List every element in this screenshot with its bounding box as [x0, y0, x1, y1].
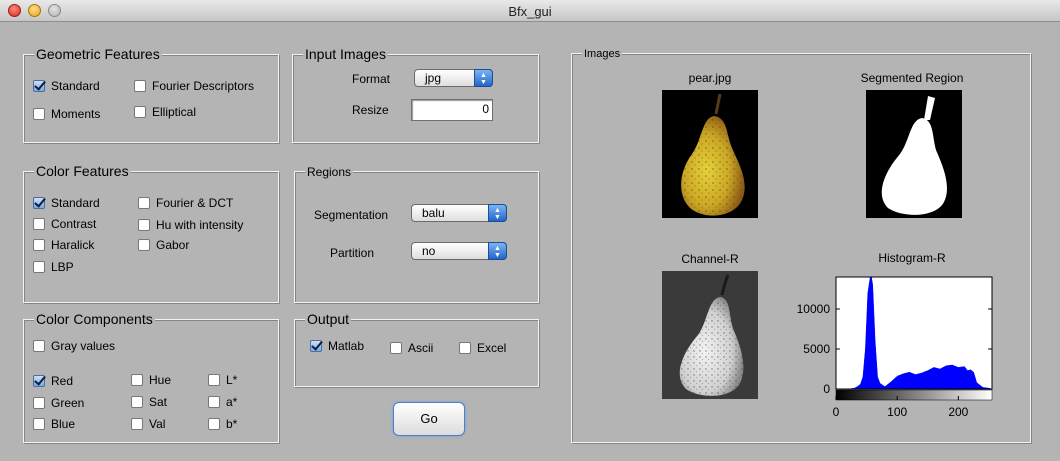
geometric-moments-checkbox[interactable]: Moments — [33, 107, 100, 121]
color-components-panel: Color Components Gray values Red Green B… — [23, 311, 279, 443]
checkbox-box[interactable] — [33, 80, 45, 92]
checkbox-box[interactable] — [33, 261, 45, 273]
histogram-r-caption: Histogram-R — [878, 251, 946, 265]
color-standard-checkbox[interactable]: Standard — [33, 196, 100, 210]
partition-value: no — [422, 244, 436, 258]
geometric-standard-checkbox[interactable]: Standard — [33, 79, 100, 93]
output-panel: Output Matlab Ascii Excel — [294, 311, 539, 387]
color-contrast-checkbox[interactable]: Contrast — [33, 217, 96, 231]
geometric-fourier-descriptors-checkbox[interactable]: Fourier Descriptors — [134, 79, 254, 93]
format-label: Format — [352, 72, 391, 86]
x-tick-label: 200 — [948, 405, 968, 417]
segmented-region-image — [866, 90, 962, 218]
histogram-chart: 0 5000 10000 0 100 200 — [797, 276, 993, 417]
channel-r-image — [662, 271, 758, 399]
format-dropdown[interactable]: jpg ▲ ▼ — [414, 69, 493, 87]
regions-panel: Regions Segmentation balu ▲ ▼ Partition n… — [294, 164, 539, 303]
color-hu-intensity-checkbox[interactable]: Hu with intensity — [138, 218, 243, 232]
color-haralick-checkbox[interactable]: Haralick — [33, 238, 94, 252]
excel-checkbox[interactable]: Excel — [459, 341, 506, 355]
output-title: Output — [305, 311, 352, 327]
pear-photo — [681, 93, 745, 216]
checkbox-box[interactable] — [33, 108, 45, 120]
dropdown-arrows-icon: ▲ ▼ — [488, 242, 507, 260]
color-features-title: Color Features — [34, 163, 131, 179]
segmentation-dropdown[interactable]: balu ▲ ▼ — [411, 204, 507, 222]
checkbox-box[interactable] — [138, 239, 150, 251]
checkbox-box[interactable] — [138, 219, 150, 231]
color-gabor-checkbox[interactable]: Gabor — [138, 238, 189, 252]
gray-values-checkbox[interactable]: Gray values — [33, 339, 115, 353]
checkbox-box[interactable] — [208, 374, 220, 386]
checkbox-box[interactable] — [131, 374, 143, 386]
window-title: Bfx_gui — [508, 4, 552, 19]
histogram-colorbar — [835, 389, 993, 401]
segmented-region-caption: Segmented Region — [860, 71, 964, 85]
dropdown-arrows-icon: ▲ ▼ — [488, 204, 507, 222]
channel-r-photo — [679, 274, 744, 396]
y-tick-label: 0 — [823, 382, 830, 396]
checkbox-box[interactable] — [138, 197, 150, 209]
color-lbp-checkbox[interactable]: LBP — [33, 260, 74, 274]
checkbox-box[interactable] — [208, 396, 220, 408]
ascii-checkbox[interactable]: Ascii — [390, 341, 433, 355]
matlab-checkbox[interactable]: Matlab — [310, 339, 364, 353]
geometric-features-title: Geometric Features — [34, 46, 162, 62]
geometric-features-panel: Geometric Features Standard Moments Four… — [23, 46, 279, 143]
images-panel: Images pear.jpg Segmented Region Channel… — [571, 46, 1031, 443]
checkbox-box[interactable] — [33, 375, 45, 387]
l-star-checkbox[interactable]: L* — [208, 373, 237, 387]
checkbox-box[interactable] — [459, 342, 471, 354]
checkbox-box[interactable] — [310, 340, 322, 352]
a-star-checkbox[interactable]: a* — [208, 395, 237, 409]
y-tick-label: 5000 — [803, 342, 830, 356]
green-checkbox[interactable]: Green — [33, 396, 84, 410]
resize-label: Resize — [352, 103, 389, 117]
val-checkbox[interactable]: Val — [131, 417, 165, 431]
resize-input[interactable]: 0 — [411, 99, 493, 121]
color-fourier-dct-checkbox[interactable]: Fourier & DCT — [138, 196, 233, 210]
regions-title: Regions — [305, 164, 354, 180]
red-checkbox[interactable]: Red — [33, 374, 73, 388]
images-title: Images — [582, 46, 623, 62]
checkbox-box[interactable] — [33, 239, 45, 251]
checkbox-box[interactable] — [33, 218, 45, 230]
original-image — [662, 90, 758, 218]
segmentation-value: balu — [422, 206, 445, 220]
format-value: jpg — [425, 71, 442, 85]
color-features-panel: Color Features Standard Contrast Haralic… — [23, 163, 279, 303]
x-tick-label: 0 — [833, 405, 840, 417]
y-tick-label: 10000 — [797, 302, 831, 316]
title-bar: Bfx_gui — [0, 0, 1060, 22]
input-images-panel: Input Images Format jpg ▲ ▼ Resize 0 — [292, 46, 539, 143]
x-tick-label: 100 — [887, 405, 907, 417]
checkbox-box[interactable] — [33, 197, 45, 209]
checkbox-box[interactable] — [33, 418, 45, 430]
blue-checkbox[interactable]: Blue — [33, 417, 75, 431]
input-images-title: Input Images — [303, 46, 388, 62]
checkbox-box[interactable] — [390, 342, 402, 354]
segmentation-label: Segmentation — [314, 208, 389, 222]
checkbox-box[interactable] — [134, 106, 146, 118]
original-image-caption: pear.jpg — [688, 71, 732, 85]
checkbox-box[interactable] — [134, 80, 146, 92]
sat-checkbox[interactable]: Sat — [131, 395, 167, 409]
checkbox-box[interactable] — [131, 396, 143, 408]
hue-checkbox[interactable]: Hue — [131, 373, 171, 387]
dropdown-arrows-icon: ▲ ▼ — [474, 69, 493, 87]
checkbox-box[interactable] — [33, 340, 45, 352]
color-components-title: Color Components — [34, 311, 155, 327]
segmented-mask — [881, 96, 947, 215]
checkbox-box[interactable] — [208, 418, 220, 430]
go-button[interactable]: Go — [393, 402, 465, 436]
partition-dropdown[interactable]: no ▲ ▼ — [411, 242, 507, 260]
checkbox-box[interactable] — [131, 418, 143, 430]
checkbox-box[interactable] — [33, 397, 45, 409]
b-star-checkbox[interactable]: b* — [208, 417, 237, 431]
channel-r-caption: Channel-R — [681, 252, 739, 266]
geometric-elliptical-checkbox[interactable]: Elliptical — [134, 105, 196, 119]
partition-label: Partition — [330, 246, 375, 260]
